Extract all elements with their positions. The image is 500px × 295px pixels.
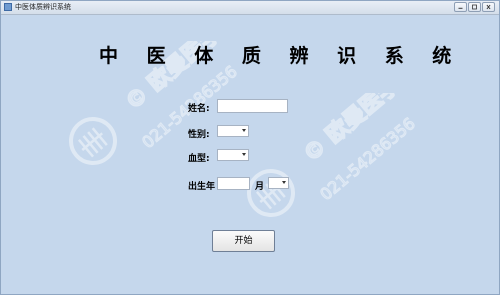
minimize-icon [458,7,463,9]
name-input[interactable] [217,99,288,113]
app-window: 中医体质辨识系统 © 欧曼医学 021-54286356 © 欧曼医学 021-… [0,0,500,295]
gender-label: 性别: [188,130,210,140]
birth-year-input[interactable] [217,177,250,190]
birth-month-select[interactable] [268,177,289,189]
page-title: 中 医 体 质 辨 识 系 统 [99,45,463,67]
name-label: 姓名: [188,104,210,114]
maximize-button[interactable] [468,2,481,12]
app-icon [4,3,12,11]
close-button[interactable] [482,2,495,12]
birth-year-label: 出生年 [188,182,216,192]
close-icon [486,4,491,10]
chevron-down-icon [282,181,286,184]
maximize-icon [472,4,477,10]
title-bar[interactable]: 中医体质辨识系统 [1,1,499,15]
blood-type-label: 血型: [188,154,210,164]
month-label: 月 [255,182,265,192]
window-title: 中医体质辨识系统 [15,3,71,11]
chevron-down-icon [242,129,246,132]
blood-type-select[interactable] [217,149,249,161]
start-button[interactable]: 开始 [212,230,275,252]
gender-select[interactable] [217,125,249,137]
main-panel: © 欧曼医学 021-54286356 © 欧曼医学 021-54286356 … [1,15,499,294]
minimize-button[interactable] [454,2,467,12]
chevron-down-icon [242,153,246,156]
